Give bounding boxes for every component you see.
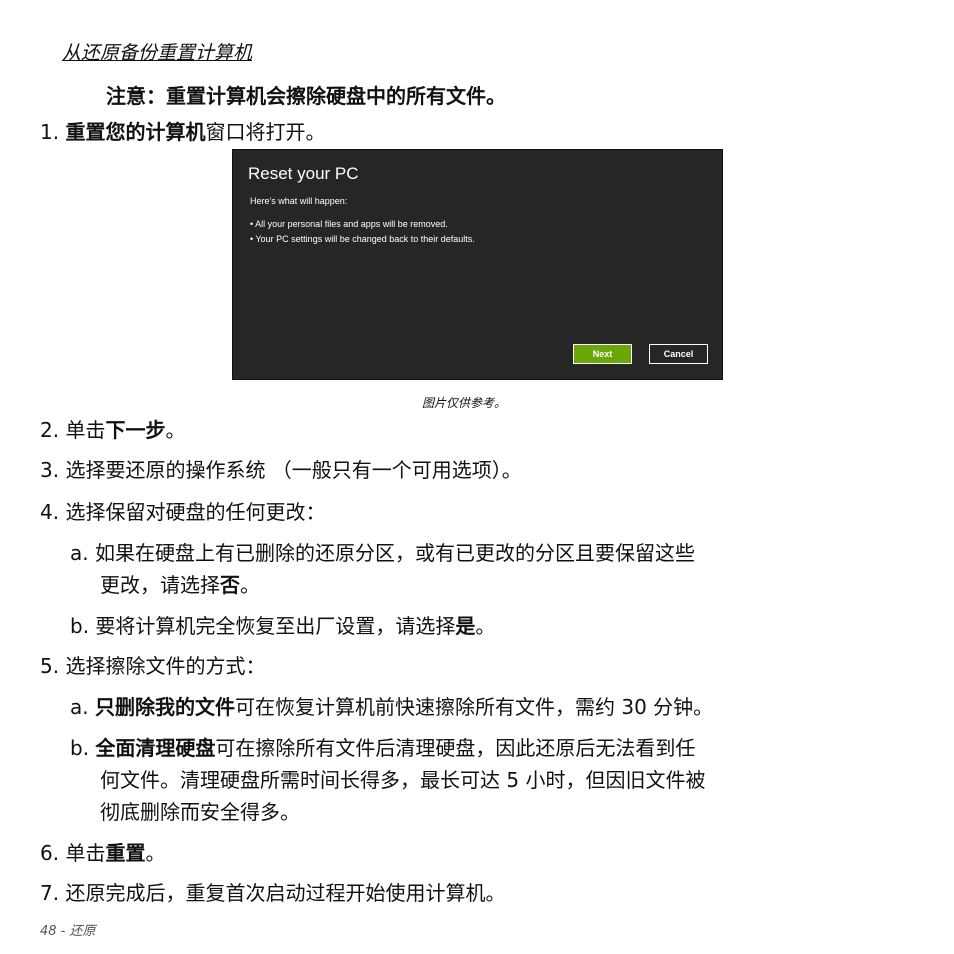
dialog-subtitle: Here's what will happen: — [250, 196, 348, 206]
window-name: 重置您的计算机 — [65, 120, 206, 144]
option-name: 只删除我的文件 — [94, 695, 235, 719]
step-1: 1. 重置您的计算机窗口将打开。 — [40, 116, 325, 148]
step-text: 。 — [165, 418, 186, 442]
step-4a: a. 如果在硬盘上有已删除的还原分区，或有已更改的分区且要保留这些 — [70, 537, 695, 569]
step-number: b. — [70, 614, 96, 638]
step-text: 可在恢复计算机前快速擦除所有文件，需约 30 分钟。 — [234, 695, 714, 719]
step-text: 。 — [145, 841, 166, 865]
option-name: 全面清理硬盘 — [95, 736, 216, 760]
dialog-title: Reset your PC — [248, 164, 359, 183]
step-6: 6. 单击重置。 — [40, 837, 165, 869]
dialog-bullet: • Your PC settings will be changed back … — [250, 234, 475, 244]
button-name: 下一步 — [105, 418, 166, 442]
next-button[interactable]: Next — [573, 344, 632, 364]
section-title: 从还原备份重置计算机 — [62, 42, 253, 64]
step-5b-cont: 何文件。清理硬盘所需时间长得多，最长可达 5 小时，但因旧文件被 — [100, 768, 706, 792]
cancel-button[interactable]: Cancel — [649, 344, 708, 364]
step-5a: a. 只删除我的文件可在恢复计算机前快速擦除所有文件，需约 30 分钟。 — [70, 691, 713, 723]
step-5b: b. 全面清理硬盘可在擦除所有文件后清理硬盘，因此还原后无法看到任 — [70, 732, 695, 764]
dialog-bullet: • All your personal files and apps will … — [250, 219, 448, 229]
step-5: 5. 选择擦除文件的方式： — [40, 654, 266, 678]
step-number: a. — [70, 541, 95, 565]
page-footer: 48 - 还原 — [40, 924, 96, 939]
step-3: 3. 选择要还原的操作系统 （一般只有一个可用选项）。 — [40, 458, 522, 482]
step-4b: b. 要将计算机完全恢复至出厂设置，请选择是。 — [70, 610, 495, 642]
step-5b-cont: 彻底删除而安全得多。 — [100, 800, 300, 824]
step-text: 单击 — [65, 841, 106, 865]
step-text: 更改，请选择 — [100, 573, 220, 597]
step-2: 2. 单击下一步。 — [40, 414, 185, 446]
warning-note: 注意：重置计算机会擦除硬盘中的所有文件。 — [106, 84, 506, 108]
button-name: 重置 — [105, 841, 146, 865]
step-7: 7. 还原完成后，重复首次启动过程开始使用计算机。 — [40, 881, 506, 905]
option-name: 否 — [220, 573, 240, 597]
step-text: 如果在硬盘上有已删除的还原分区，或有已更改的分区且要保留这些 — [94, 541, 695, 565]
reset-pc-dialog-screenshot: Reset your PC Here's what will happen: •… — [232, 149, 723, 380]
step-number: b. — [70, 736, 96, 760]
step-number: 6. — [40, 841, 66, 865]
step-text: 要将计算机完全恢复至出厂设置，请选择 — [95, 614, 456, 638]
step-text: 。 — [475, 614, 496, 638]
step-4a-cont: 更改，请选择否。 — [100, 569, 260, 601]
step-text: 。 — [240, 573, 260, 597]
step-number: 1. — [40, 120, 66, 144]
step-number: 2. — [40, 418, 66, 442]
step-number: a. — [70, 695, 95, 719]
step-4: 4. 选择保留对硬盘的任何更改： — [40, 500, 326, 524]
figure-caption: 图片仅供参考。 — [422, 396, 507, 410]
step-text: 窗口将打开。 — [205, 120, 326, 144]
step-text: 可在擦除所有文件后清理硬盘，因此还原后无法看到任 — [215, 736, 696, 760]
step-text: 单击 — [65, 418, 106, 442]
option-name: 是 — [455, 614, 476, 638]
